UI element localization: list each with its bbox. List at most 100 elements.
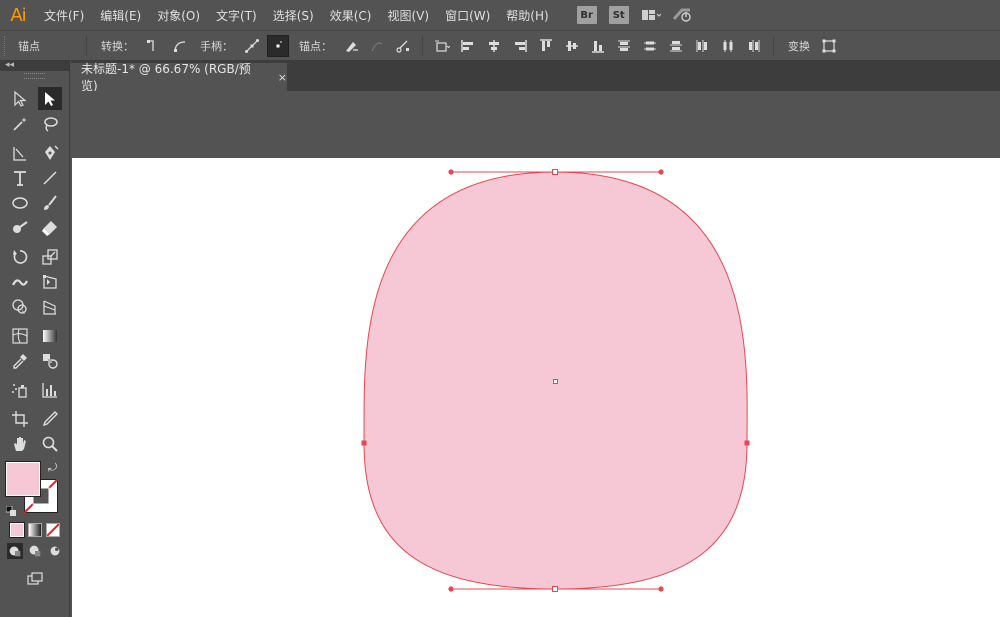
transform-each-icon[interactable] [818, 35, 840, 57]
tool-row [0, 112, 69, 135]
draw-behind-icon[interactable] [27, 543, 43, 559]
graph-icon[interactable] [38, 378, 62, 401]
rotate-icon[interactable] [8, 245, 32, 268]
width-icon[interactable] [8, 270, 32, 293]
connect-anchors-icon[interactable] [366, 35, 388, 57]
tool-row [0, 245, 69, 268]
stock-button[interactable]: St [608, 6, 629, 24]
mesh-icon[interactable] [8, 324, 32, 347]
hide-handles-icon[interactable] [267, 34, 289, 57]
control-bar-grip[interactable] [4, 35, 10, 56]
divider [422, 35, 423, 56]
paintbrush-icon[interactable] [38, 191, 62, 214]
slice-icon[interactable] [38, 407, 62, 430]
eraser-icon[interactable] [38, 216, 62, 239]
remove-anchor-icon[interactable] [340, 35, 362, 57]
none-mode-icon[interactable] [45, 523, 60, 537]
eyedropper-icon[interactable] [8, 349, 32, 372]
selection-icon[interactable] [37, 87, 62, 110]
menu-object[interactable]: 对象(O) [149, 7, 208, 24]
fill-swatch[interactable] [5, 461, 41, 497]
divider [773, 35, 774, 56]
menu-bar: Ai 文件(F) 编辑(E) 对象(O) 文字(T) 选择(S) 效果(C) 视… [0, 0, 1000, 30]
menu-view[interactable]: 视图(V) [379, 7, 437, 24]
distribute-right-icon[interactable] [743, 35, 765, 57]
distribute-left-icon[interactable] [691, 35, 713, 57]
line-icon[interactable] [38, 166, 62, 189]
anchor-point-top[interactable] [552, 169, 558, 175]
transform-button[interactable]: 变换 [788, 38, 810, 54]
convert-to-smooth-icon[interactable] [168, 35, 190, 57]
curvature-pen-icon[interactable] [38, 141, 62, 164]
tool-row [0, 270, 69, 293]
anchor-point-bottom[interactable] [552, 586, 558, 592]
tool-row [0, 191, 69, 214]
free-transform-icon[interactable] [38, 270, 62, 293]
align-vcenter-icon[interactable] [561, 35, 583, 57]
close-icon[interactable]: × [278, 71, 287, 84]
cut-path-icon[interactable] [392, 35, 414, 57]
anchor-point-right[interactable] [744, 440, 750, 446]
align-bottom-icon[interactable] [587, 35, 609, 57]
gradient-icon[interactable] [38, 324, 62, 347]
align-hcenter-icon[interactable] [483, 35, 505, 57]
blend-icon[interactable] [38, 349, 62, 372]
handles-label: 手柄： [200, 39, 233, 53]
collapse-icon[interactable]: ◂◂ [5, 60, 14, 70]
distribute-vcenter-icon[interactable] [639, 35, 661, 57]
zoom-icon[interactable] [38, 432, 62, 455]
isolate-icon[interactable] [431, 35, 453, 57]
symbol-sprayer-icon[interactable] [8, 378, 32, 401]
blob-brush-icon[interactable] [8, 216, 32, 239]
perspective-icon[interactable] [38, 295, 62, 318]
tool-row [0, 378, 69, 401]
handle-point[interactable] [448, 586, 454, 592]
lasso-icon[interactable] [38, 112, 62, 135]
distribute-bottom-icon[interactable] [665, 35, 687, 57]
hand-icon[interactable] [8, 432, 32, 455]
gradient-mode-icon[interactable] [27, 523, 42, 537]
direct-selection-icon[interactable] [8, 87, 32, 110]
menu-effect[interactable]: 效果(C) [322, 7, 380, 24]
handle-point[interactable] [658, 169, 664, 175]
menu-edit[interactable]: 编辑(E) [92, 7, 149, 24]
bridge-button[interactable]: Br [576, 6, 597, 24]
anchor-point-left[interactable] [361, 440, 367, 446]
align-top-icon[interactable] [535, 35, 557, 57]
type-icon[interactable] [8, 166, 32, 189]
handle-point[interactable] [658, 586, 664, 592]
handle-point[interactable] [448, 169, 454, 175]
distribute-top-icon[interactable] [613, 35, 635, 57]
gpu-performance-icon[interactable] [672, 6, 694, 24]
document-tab[interactable]: 未标题-1* @ 66.67% (RGB/预览) × [71, 62, 287, 93]
menu-type[interactable]: 文字(T) [208, 7, 265, 24]
menu-help[interactable]: 帮助(H) [498, 7, 556, 24]
ellipse-icon[interactable] [8, 191, 32, 214]
convert-to-corner-icon[interactable] [142, 35, 164, 57]
screen-mode-icon[interactable] [23, 567, 47, 590]
pen-icon[interactable] [8, 141, 32, 164]
menu-file[interactable]: 文件(F) [36, 7, 92, 24]
pasteboard[interactable] [71, 91, 1000, 158]
color-mode-icon[interactable] [8, 522, 25, 538]
shape-builder-icon[interactable] [8, 295, 32, 318]
workspace-layout-icon[interactable] [640, 6, 662, 24]
tool-row [0, 166, 69, 189]
draw-inside-icon[interactable] [47, 543, 63, 559]
align-right-icon[interactable] [509, 35, 531, 57]
menu-select[interactable]: 选择(S) [265, 7, 322, 24]
magic-wand-icon[interactable] [8, 112, 32, 135]
canvas-artwork[interactable] [72, 158, 1000, 617]
menu-window[interactable]: 窗口(W) [437, 7, 498, 24]
tools-panel-header[interactable]: ◂◂ [0, 60, 69, 71]
draw-normal-icon[interactable] [6, 543, 23, 559]
default-colors-icon[interactable] [5, 501, 16, 516]
align-left-icon[interactable] [457, 35, 479, 57]
swap-fill-stroke-icon[interactable]: ⤾ [48, 461, 57, 475]
show-handles-icon[interactable] [241, 35, 263, 57]
tools-panel-grip[interactable] [24, 73, 45, 79]
distribute-hcenter-icon[interactable] [717, 35, 739, 57]
scale-icon[interactable] [38, 245, 62, 268]
convert-label: 转换： [101, 39, 134, 53]
artboard-icon[interactable] [8, 407, 32, 430]
